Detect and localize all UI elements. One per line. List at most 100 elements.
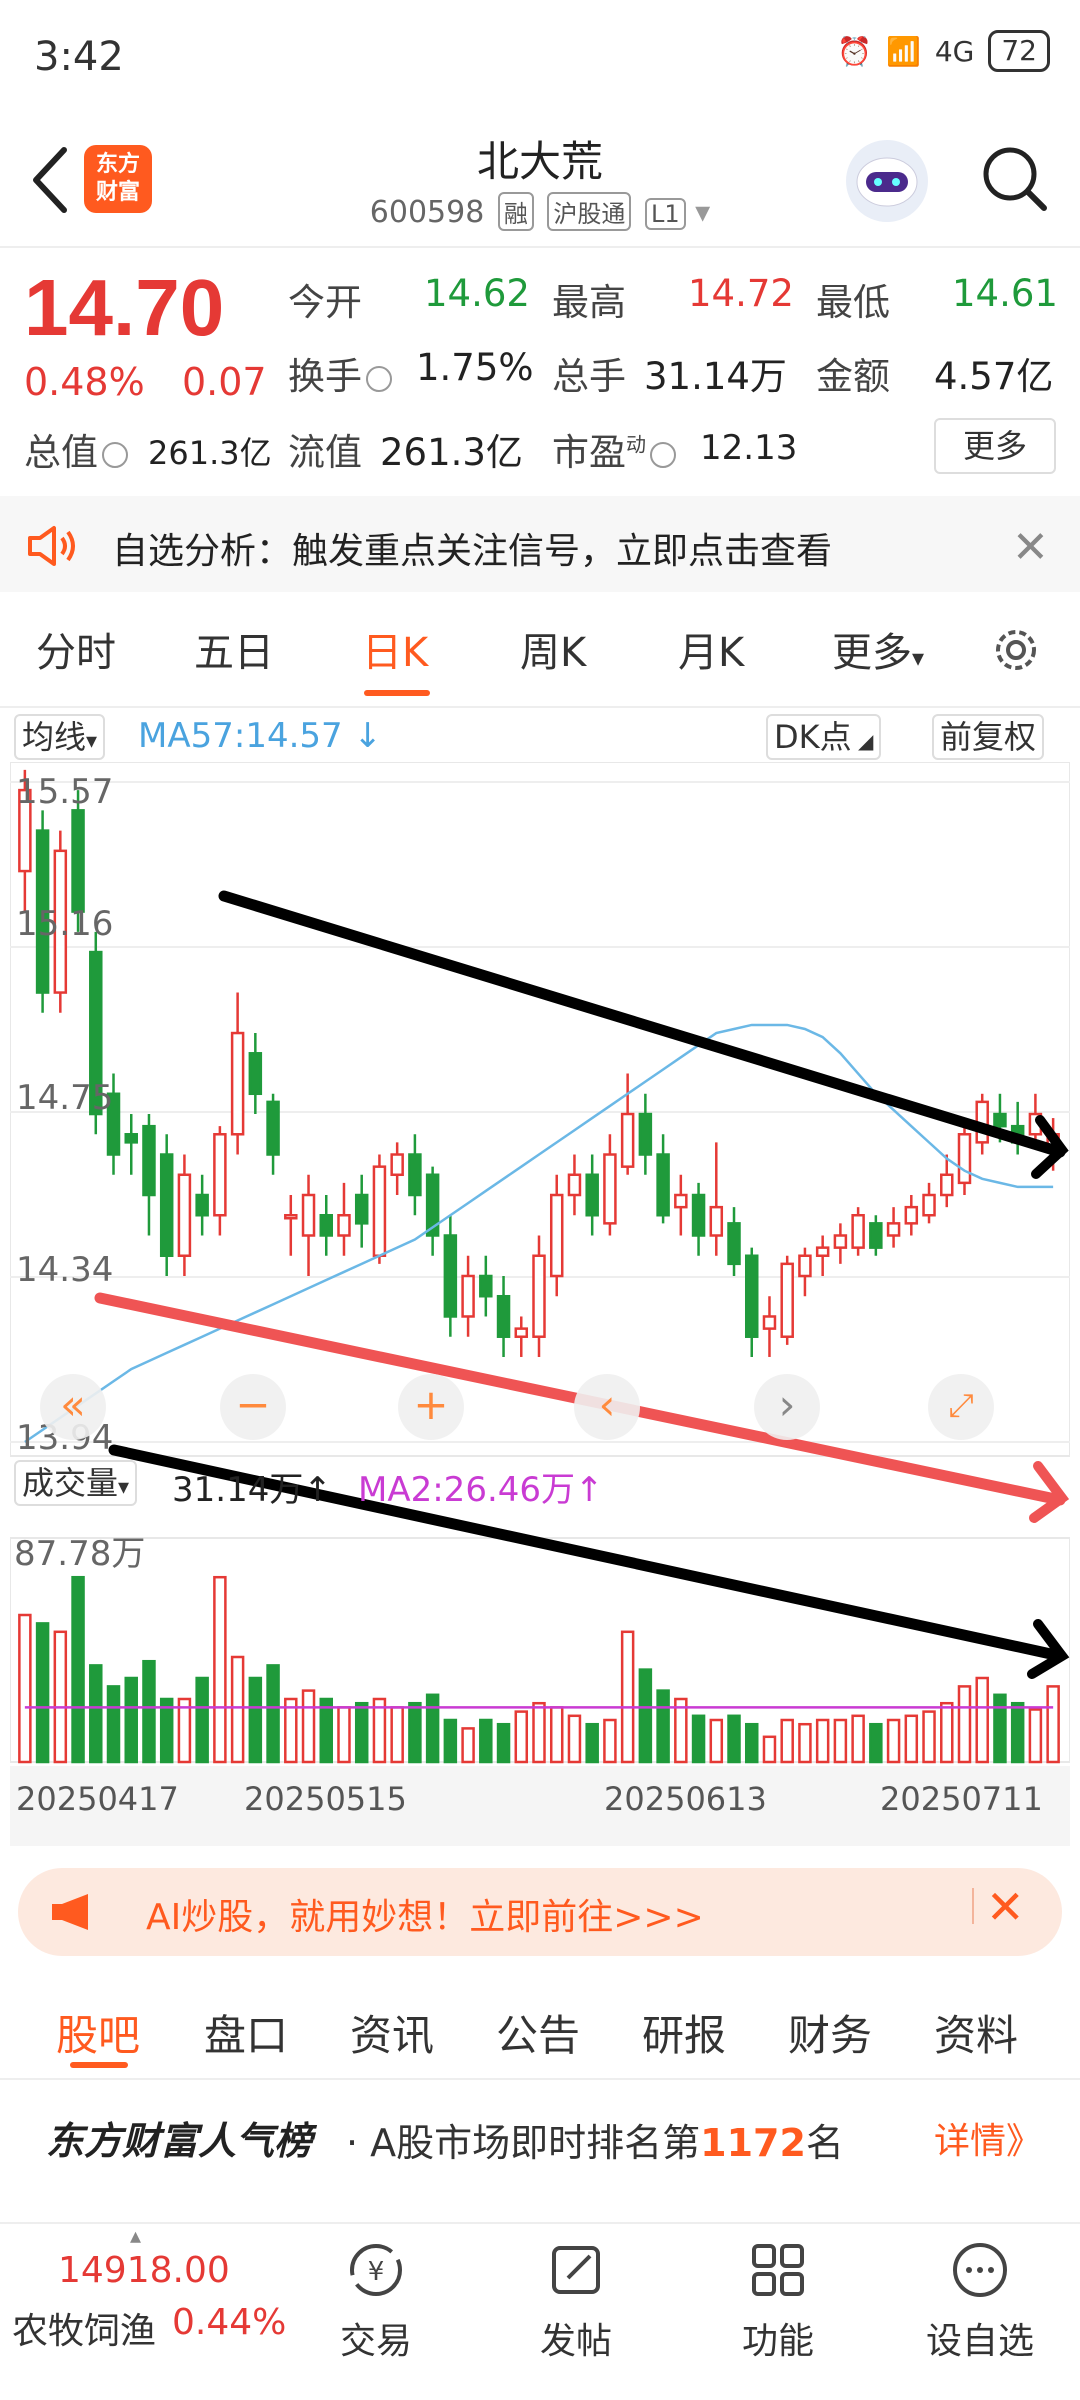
candle-body [656,1153,670,1217]
high-value: 14.72 [688,272,794,315]
volume-bar [1028,1708,1043,1764]
volume-label: 总手 [552,355,626,398]
info-icon[interactable] [650,441,676,468]
candle-body [159,1153,174,1257]
volume-bar [762,1735,777,1764]
change-percent: 0.48% [24,360,145,404]
post-button[interactable]: 发帖 [506,2240,646,2364]
tab-daily-k[interactable]: 日K [362,620,428,678]
tab-monthly-k[interactable]: 月K [678,620,744,678]
candle-body [142,1124,156,1197]
trade-icon: ¥ [350,2244,402,2296]
tab-profile[interactable]: 资料 [934,2002,1018,2063]
subtabs-divider [0,2078,1080,2080]
candle-body [674,1193,688,1209]
candle-body [585,1173,599,1217]
adjust-button[interactable]: 前复权 [932,714,1045,760]
info-icon[interactable] [102,441,128,468]
volume-bar [727,1714,741,1764]
status-icons: ⏰ 📶 4G 72 [837,30,1050,72]
volume-bar [53,1630,68,1764]
amount-value: 4.57亿 [934,355,1054,398]
volume-bar [709,1718,724,1764]
tab-orderbook[interactable]: 盘口 [204,2002,288,2063]
search-icon[interactable] [978,142,1050,214]
volume-bar [35,1622,50,1764]
popularity-detail-link[interactable]: 详情》 [934,2112,1042,2164]
fullscreen-icon[interactable]: ⤢ [928,1374,994,1440]
candle-body [496,1294,511,1338]
zoom-out-icon[interactable]: − [220,1374,286,1440]
turnover-value: 1.75% [416,346,534,389]
tab-financials[interactable]: 财务 [788,2002,872,2063]
price-tick: 15.57 [16,772,114,812]
tab-news[interactable]: 资讯 [350,2002,434,2063]
zoom-in-icon[interactable]: + [398,1374,464,1440]
amount-label: 金额 [816,355,890,398]
candle-body [408,1153,422,1197]
candle-body [603,1153,617,1225]
candle-body [549,1193,564,1278]
candle-body [691,1193,706,1237]
volume-bar [656,1689,670,1764]
sector-index-value[interactable]: 14918.00 [58,2250,230,2291]
tab-forum[interactable]: 股吧 [56,2002,140,2063]
tab-five-day[interactable]: 五日 [194,620,274,678]
close-icon[interactable]: ✕ [986,1880,1025,1934]
volume-bar [142,1659,156,1764]
candle-body [798,1254,812,1278]
volume-bar [833,1718,848,1764]
volume-bar [532,1701,546,1764]
sector-index-name[interactable]: 农牧饲渔 [12,2302,156,2354]
info-icon[interactable] [366,365,392,392]
volume-bar [18,1613,32,1764]
volume-bar [89,1664,103,1764]
volume-bar [390,1706,404,1764]
candle-body [266,1100,280,1156]
tab-more[interactable]: 更多▾ [832,620,924,678]
volume-bar [213,1575,227,1764]
price-tick: 14.34 [16,1250,114,1290]
tab-weekly-k[interactable]: 周K [520,620,586,678]
close-icon[interactable]: ✕ [1012,522,1049,573]
candle-body [337,1214,351,1237]
ma-selector[interactable]: 均线▾ [14,714,106,760]
volume-bar [425,1693,440,1764]
notice-text[interactable]: 自选分析：触发重点关注信号，立即点击查看 [112,522,832,574]
more-button[interactable]: 更多 [934,418,1056,474]
status-time: 3:42 [34,34,124,80]
robot-avatar-icon[interactable] [846,140,928,222]
kline-chart[interactable] [10,762,1070,1852]
mktcap-label: 总值 [24,422,132,476]
volume-bar [922,1710,936,1764]
dk-point-button[interactable]: DK点 ◢ [766,714,882,760]
candle-body [762,1315,777,1330]
next-icon[interactable]: › [754,1374,820,1440]
tab-intraday[interactable]: 分时 [36,620,116,678]
volume-bar [744,1722,759,1764]
volume-bar [780,1718,794,1764]
volume-bar [408,1701,422,1764]
candle-body [922,1193,936,1217]
volume-bar [691,1714,706,1764]
mktcap-value: 261.3亿 [148,434,272,472]
candle-body [71,809,85,913]
prev-icon[interactable]: ‹ [574,1374,640,1440]
stock-code: 600598 [369,195,485,230]
volume-bar [124,1676,138,1764]
gear-icon[interactable] [988,622,1044,678]
network-label: 4G [934,34,975,68]
rewind-icon[interactable]: « [40,1374,106,1440]
volume-bar [443,1718,458,1764]
functions-button[interactable]: 功能 [708,2240,848,2364]
add-watchlist-button[interactable]: 设自选 [910,2240,1050,2364]
high-label: 最高 [552,281,626,324]
open-value: 14.62 [424,272,530,315]
volume-selector[interactable]: 成交量▾ [14,1460,138,1506]
ai-banner-text[interactable]: AI炒股，就用妙想！立即前往>>> [146,1888,704,1940]
tab-announcements[interactable]: 公告 [496,2002,580,2063]
trade-button[interactable]: ¥ 交易 [306,2240,446,2364]
volume-bar [71,1575,85,1764]
header-divider [0,246,1080,248]
tab-research[interactable]: 研报 [642,2002,726,2063]
